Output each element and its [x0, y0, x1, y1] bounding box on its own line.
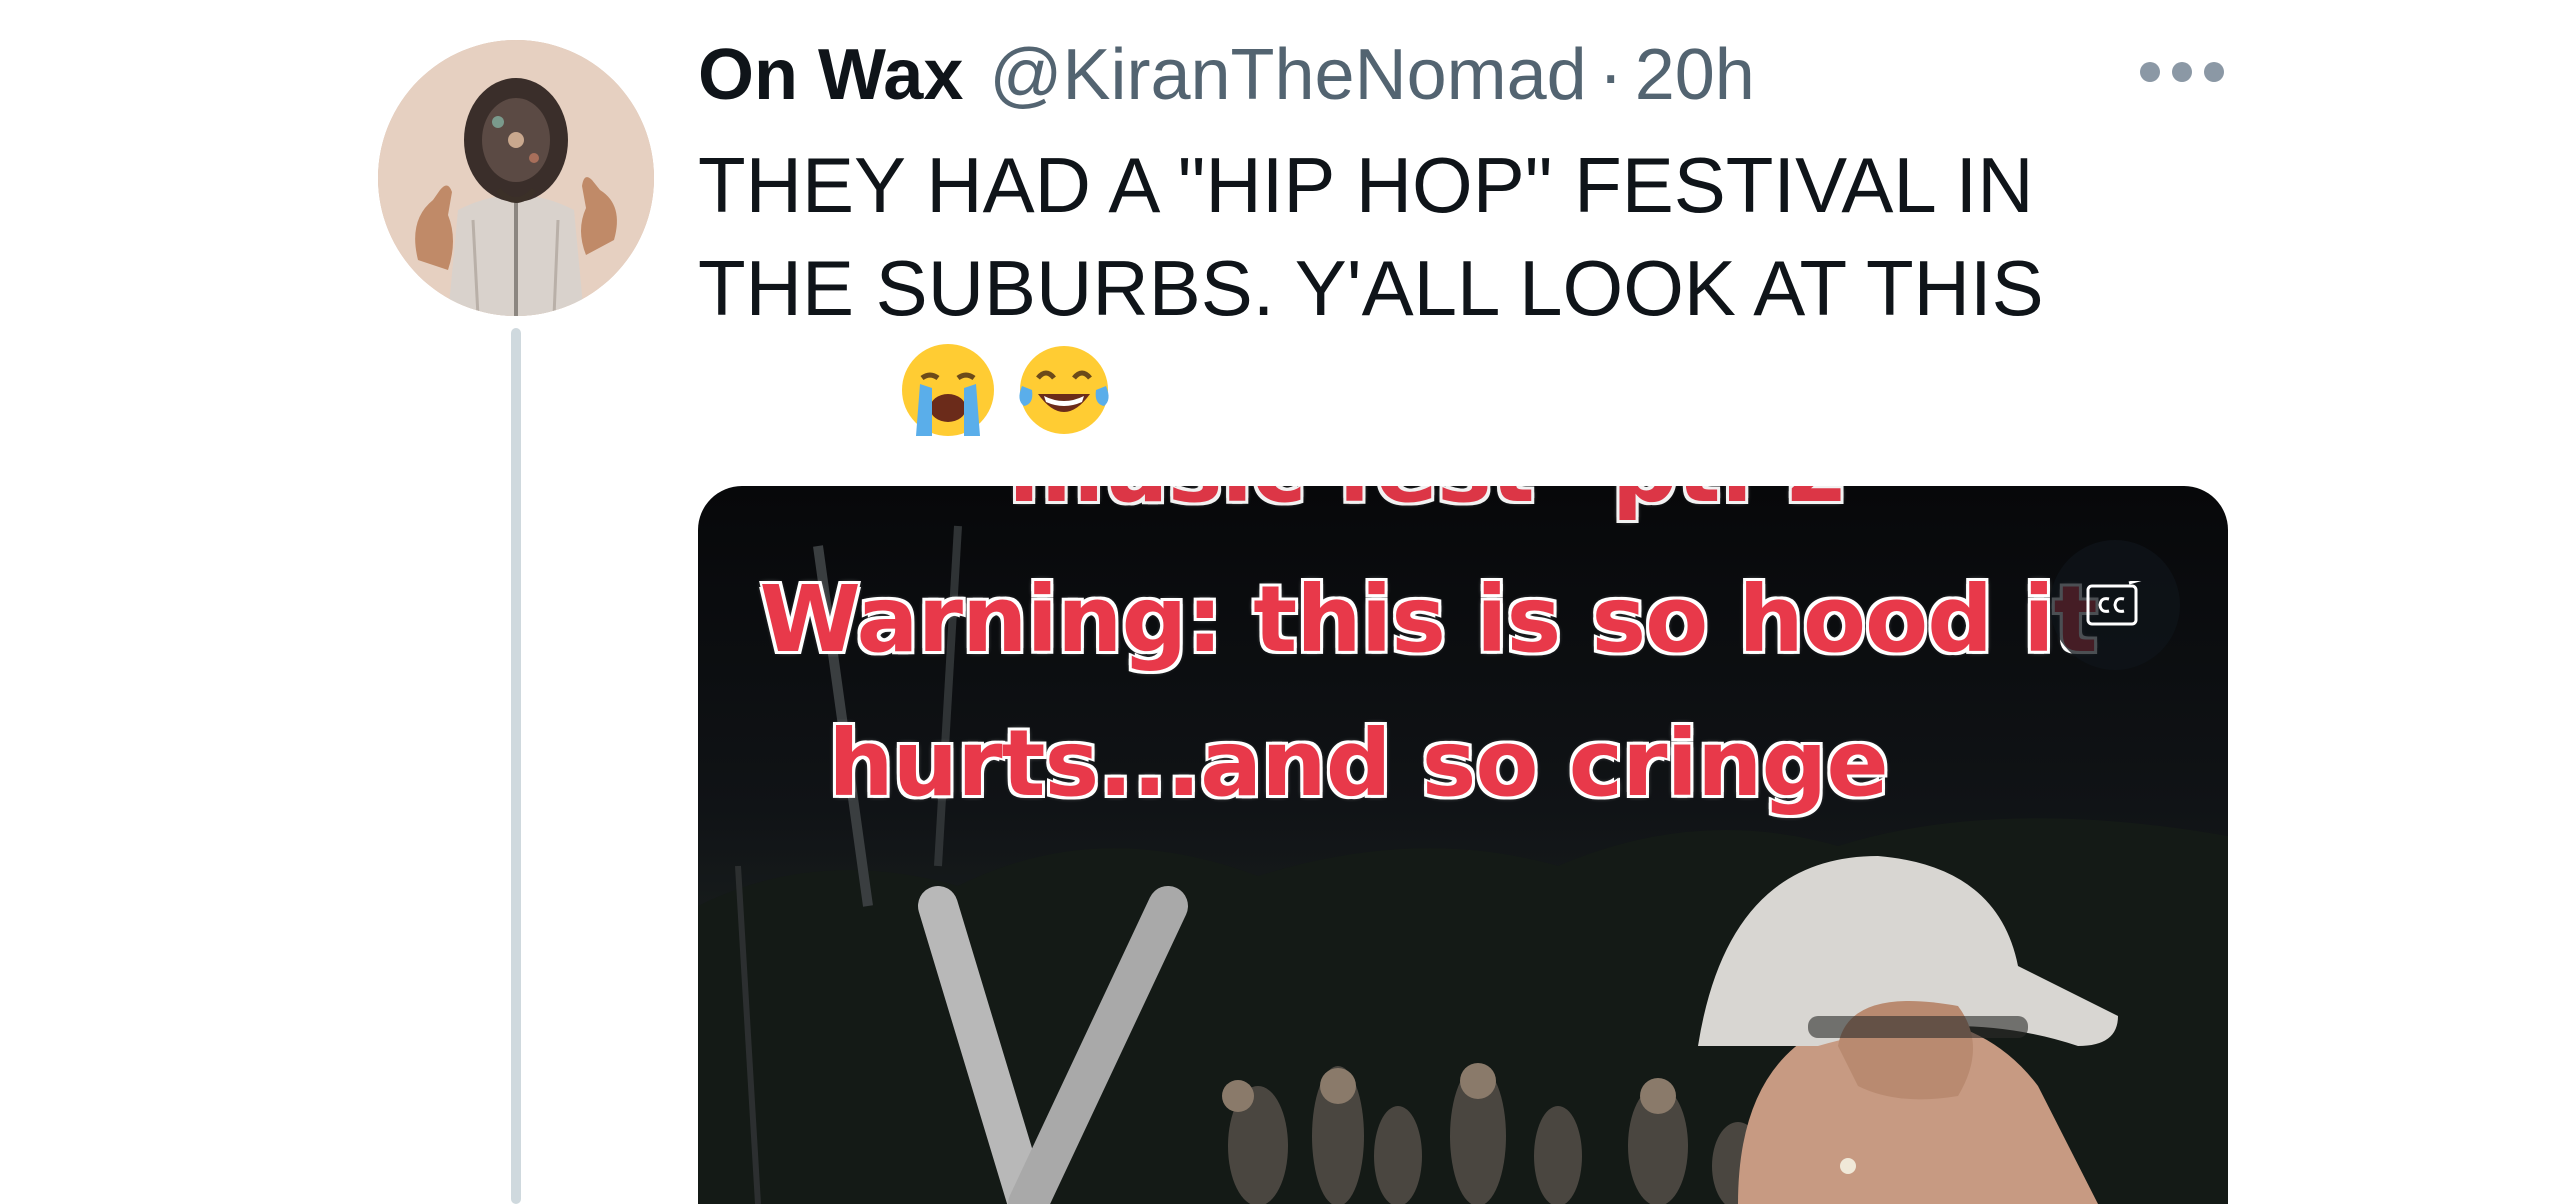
emoji-row — [898, 340, 1114, 440]
tweet[interactable]: On Wax @KiranTheNomad · 20h THEY HAD A "… — [0, 0, 2560, 1204]
avatar[interactable] — [378, 40, 654, 316]
more-dot — [2140, 62, 2160, 82]
more-icon[interactable] — [2140, 52, 2224, 92]
avatar-image — [378, 40, 654, 316]
more-dot — [2172, 62, 2192, 82]
face-with-tears-of-joy-emoji — [1019, 346, 1109, 434]
video-caption-top: music fest" pt. 2 — [698, 486, 2158, 525]
loudly-crying-face-emoji — [902, 344, 994, 436]
video-caption-line-1: Warning: this is so hood it — [758, 565, 2099, 675]
video-media[interactable]: music fest" pt. 2 Warning: this is so ho… — [698, 486, 2228, 1204]
tweet-header: On Wax @KiranTheNomad · 20h — [698, 30, 1755, 120]
tweet-text: THEY HAD A "HIP HOP" FESTIVAL IN THE SUB… — [698, 141, 2044, 332]
captions-button[interactable] — [2050, 540, 2180, 670]
thread-line — [511, 328, 521, 1204]
separator-dot: · — [1598, 35, 1623, 115]
display-name[interactable]: On Wax — [698, 34, 963, 116]
captions-icon — [2086, 581, 2142, 626]
more-dot — [2204, 62, 2224, 82]
timestamp[interactable]: 20h — [1635, 34, 1755, 116]
user-handle[interactable]: @KiranTheNomad — [989, 34, 1586, 116]
video-caption-line-2: hurts...and so cringe — [827, 709, 1891, 819]
